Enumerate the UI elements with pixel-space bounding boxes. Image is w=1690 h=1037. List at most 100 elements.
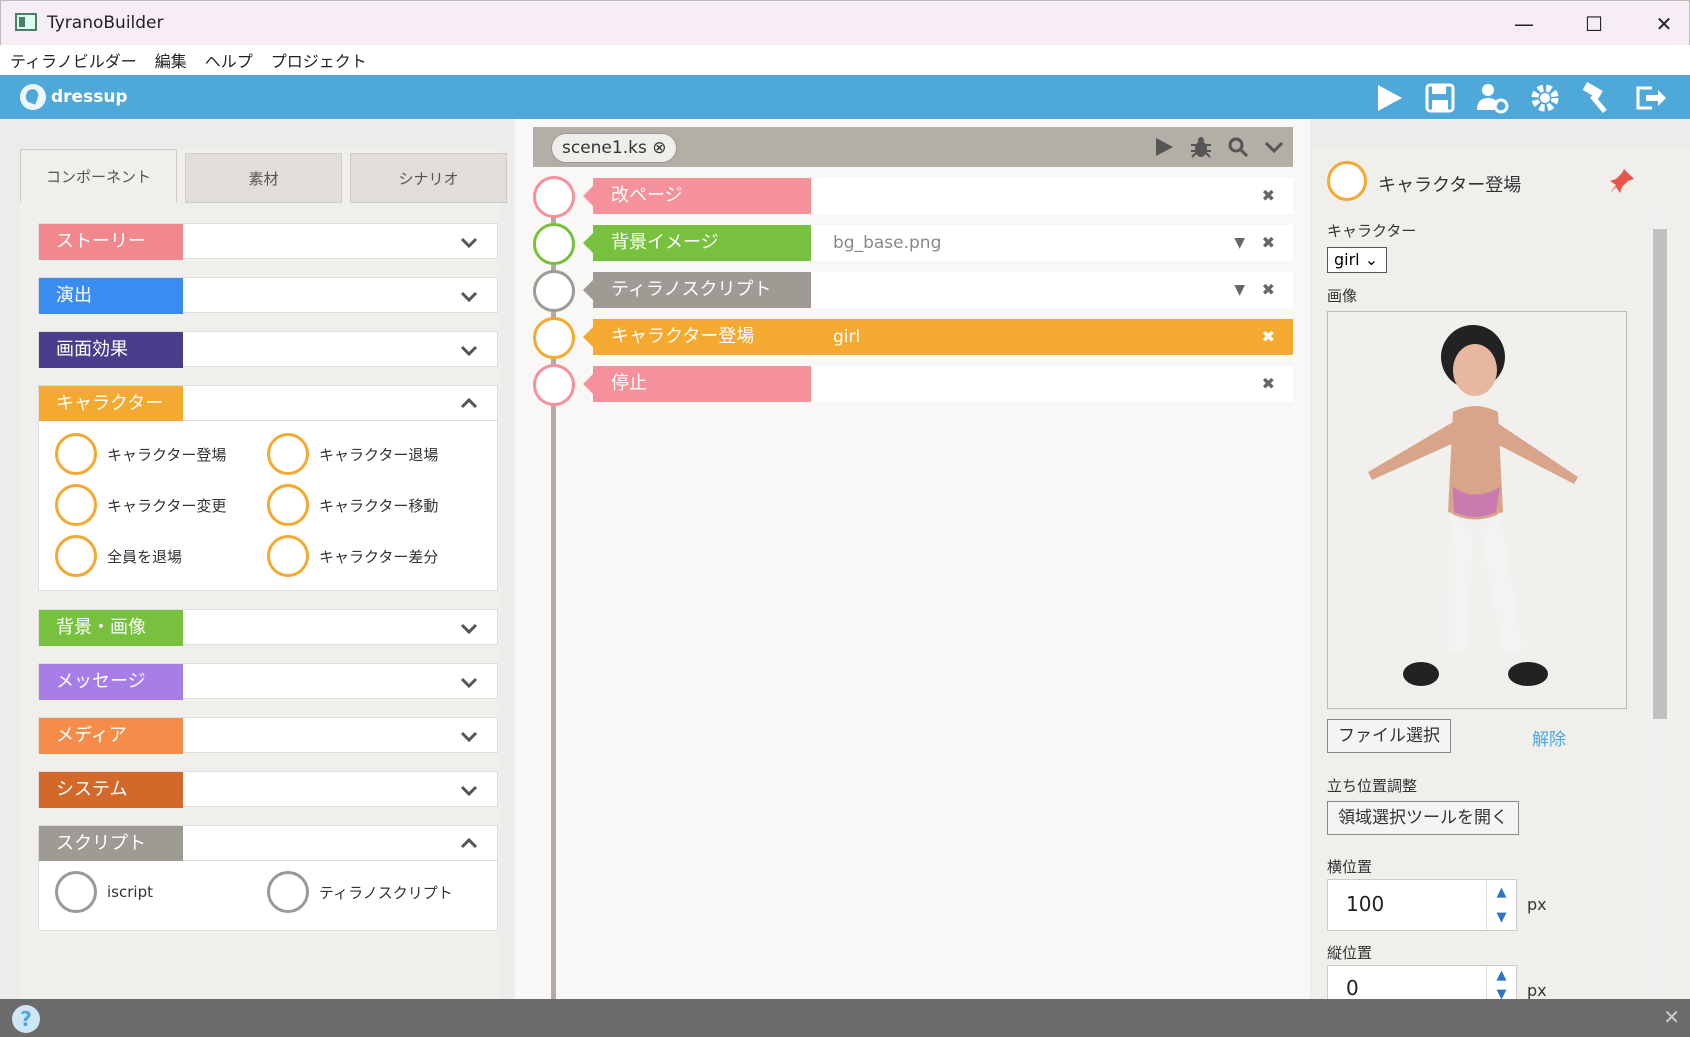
logo-icon bbox=[20, 84, 46, 110]
category-media[interactable]: メディア bbox=[38, 717, 498, 754]
play-icon[interactable] bbox=[1370, 80, 1406, 116]
component-tyranoscript[interactable]: ティラノスクリプト bbox=[267, 871, 453, 913]
delete-icon[interactable]: ✖ bbox=[1262, 272, 1275, 308]
x-position-stepper[interactable]: ▲ ▼ bbox=[1486, 880, 1516, 930]
minimize-button[interactable]: — bbox=[1501, 9, 1547, 39]
character-components: キャラクター登場 キャラクター退場 キャラクター変更 キャラクター移動 全員を退… bbox=[38, 421, 498, 591]
character-show-icon bbox=[1327, 161, 1367, 201]
app-toolbar: dressup bbox=[0, 75, 1690, 119]
clear-link[interactable]: 解除 bbox=[1532, 725, 1566, 750]
component-all-exit[interactable]: 全員を退場 bbox=[55, 535, 182, 577]
row-value: ✖ bbox=[811, 366, 1293, 402]
scene-tab[interactable]: scene1.ks ⊗ bbox=[551, 133, 678, 163]
settings-gear-icon[interactable] bbox=[1527, 80, 1563, 116]
y-unit: px bbox=[1527, 981, 1547, 1000]
component-char-change[interactable]: キャラクター変更 bbox=[55, 484, 226, 526]
file-select-button[interactable]: ファイル選択 bbox=[1327, 719, 1451, 753]
character-hide-icon bbox=[267, 433, 309, 475]
menu-help[interactable]: ヘルプ bbox=[205, 48, 253, 72]
timeline-row-bg[interactable]: 背景イメージ bg_base.png ▼ ✖ bbox=[533, 223, 1293, 265]
delete-icon[interactable]: ✖ bbox=[1262, 225, 1275, 261]
timeline-row-pagebreak[interactable]: 改ページ ✖ bbox=[533, 176, 1293, 218]
workspace: コンポーネント 素材 シナリオ ストーリー 演出 画面効果 キャラクター キャラ… bbox=[0, 119, 1690, 1007]
chevron-down-icon[interactable] bbox=[1263, 136, 1285, 158]
category-label: 画面効果 bbox=[39, 332, 183, 368]
chevron-down-icon bbox=[460, 291, 478, 303]
x-position-input[interactable]: 100 ▲ ▼ bbox=[1327, 879, 1517, 931]
search-icon[interactable] bbox=[1227, 136, 1249, 158]
menu-edit[interactable]: 編集 bbox=[155, 48, 187, 72]
chevron-down-icon[interactable]: ▼ bbox=[1234, 225, 1245, 261]
window-title: TyranoBuilder bbox=[47, 13, 164, 33]
maximize-button[interactable]: ☐ bbox=[1571, 9, 1617, 39]
category-script[interactable]: スクリプト bbox=[38, 825, 498, 862]
arrow-up-icon[interactable]: ▲ bbox=[1487, 880, 1516, 905]
character-select-value: girl bbox=[1334, 250, 1360, 269]
chevron-down-icon bbox=[460, 623, 478, 635]
component-char-show[interactable]: キャラクター登場 bbox=[55, 433, 226, 475]
row-value-text: girl bbox=[833, 327, 861, 347]
close-button[interactable]: ✕ bbox=[1641, 9, 1687, 39]
tab-scenario[interactable]: シナリオ bbox=[350, 153, 507, 203]
area-select-button[interactable]: 領域選択ツールを開く bbox=[1327, 801, 1519, 835]
y-position-label: 縦位置 bbox=[1327, 944, 1373, 962]
row-label: 改ページ bbox=[583, 178, 811, 214]
chevron-down-icon[interactable]: ▼ bbox=[1234, 272, 1245, 308]
close-icon[interactable]: ✕ bbox=[1663, 1005, 1680, 1029]
component-label: キャラクター登場 bbox=[107, 445, 227, 464]
component-label: ティラノスクリプト bbox=[319, 883, 453, 902]
menu-project[interactable]: プロジェクト bbox=[271, 48, 367, 72]
row-value: bg_base.png ▼ ✖ bbox=[811, 225, 1293, 261]
category-screen-effects[interactable]: 画面効果 bbox=[38, 331, 498, 368]
timeline-row-stop[interactable]: 停止 ✖ bbox=[533, 364, 1293, 406]
category-label: メッセージ bbox=[39, 664, 183, 700]
title-bar: TyranoBuilder — ☐ ✕ bbox=[0, 0, 1690, 45]
category-background[interactable]: 背景・画像 bbox=[38, 609, 498, 646]
row-value-text: bg_base.png bbox=[833, 233, 942, 253]
tab-components[interactable]: コンポーネント bbox=[20, 149, 177, 203]
component-char-diff[interactable]: キャラクター差分 bbox=[267, 535, 438, 577]
component-iscript[interactable]: iscript bbox=[55, 871, 153, 913]
chevron-down-icon: ⌄ bbox=[1364, 250, 1379, 269]
tab-assets[interactable]: 素材 bbox=[185, 153, 342, 203]
x-position-value: 100 bbox=[1346, 892, 1385, 916]
help-icon[interactable]: ? bbox=[12, 1005, 40, 1033]
characters-config-icon[interactable] bbox=[1474, 80, 1510, 116]
category-label: キャラクター bbox=[39, 386, 183, 422]
component-label: キャラクター退場 bbox=[319, 445, 439, 464]
panel-tabs: コンポーネント 素材 シナリオ bbox=[20, 149, 510, 203]
component-char-move[interactable]: キャラクター移動 bbox=[267, 484, 438, 526]
exit-icon[interactable] bbox=[1632, 80, 1668, 116]
category-message[interactable]: メッセージ bbox=[38, 663, 498, 700]
scrollbar-thumb[interactable] bbox=[1653, 229, 1667, 719]
build-hammer-icon[interactable] bbox=[1580, 80, 1616, 116]
category-story[interactable]: ストーリー bbox=[38, 223, 498, 260]
timeline-row-char-show[interactable]: キャラクター登場 girl ✖ bbox=[533, 317, 1293, 359]
character-show-icon bbox=[55, 433, 97, 475]
pin-icon[interactable] bbox=[1608, 167, 1636, 195]
delete-icon[interactable]: ✖ bbox=[1262, 366, 1275, 402]
category-character[interactable]: キャラクター bbox=[38, 385, 498, 422]
page-break-icon bbox=[533, 176, 575, 218]
menu-bar: ティラノビルダー 編集 ヘルプ プロジェクト bbox=[0, 45, 1690, 75]
arrow-up-icon[interactable]: ▲ bbox=[1487, 966, 1516, 985]
category-system[interactable]: システム bbox=[38, 771, 498, 808]
category-effects[interactable]: 演出 bbox=[38, 277, 498, 314]
delete-icon[interactable]: ✖ bbox=[1262, 178, 1275, 214]
component-char-hide[interactable]: キャラクター退場 bbox=[267, 433, 438, 475]
delete-icon[interactable]: ✖ bbox=[1262, 319, 1275, 355]
tyranoscript-icon bbox=[267, 871, 309, 913]
app-icon bbox=[15, 13, 37, 31]
arrow-down-icon[interactable]: ▼ bbox=[1487, 905, 1516, 930]
chevron-down-icon bbox=[460, 345, 478, 357]
debug-bug-icon[interactable] bbox=[1189, 135, 1213, 159]
character-image-preview bbox=[1327, 311, 1627, 709]
character-label: キャラクター bbox=[1327, 222, 1417, 240]
save-icon[interactable] bbox=[1422, 80, 1458, 116]
panel-scrollbar[interactable] bbox=[1650, 209, 1670, 989]
menu-tyranobuilder[interactable]: ティラノビルダー bbox=[10, 48, 137, 72]
component-label: iscript bbox=[107, 883, 153, 901]
play-scene-icon[interactable] bbox=[1153, 136, 1175, 158]
timeline-row-script[interactable]: ティラノスクリプト ▼ ✖ bbox=[533, 270, 1293, 312]
character-select[interactable]: girl ⌄ bbox=[1327, 247, 1387, 273]
